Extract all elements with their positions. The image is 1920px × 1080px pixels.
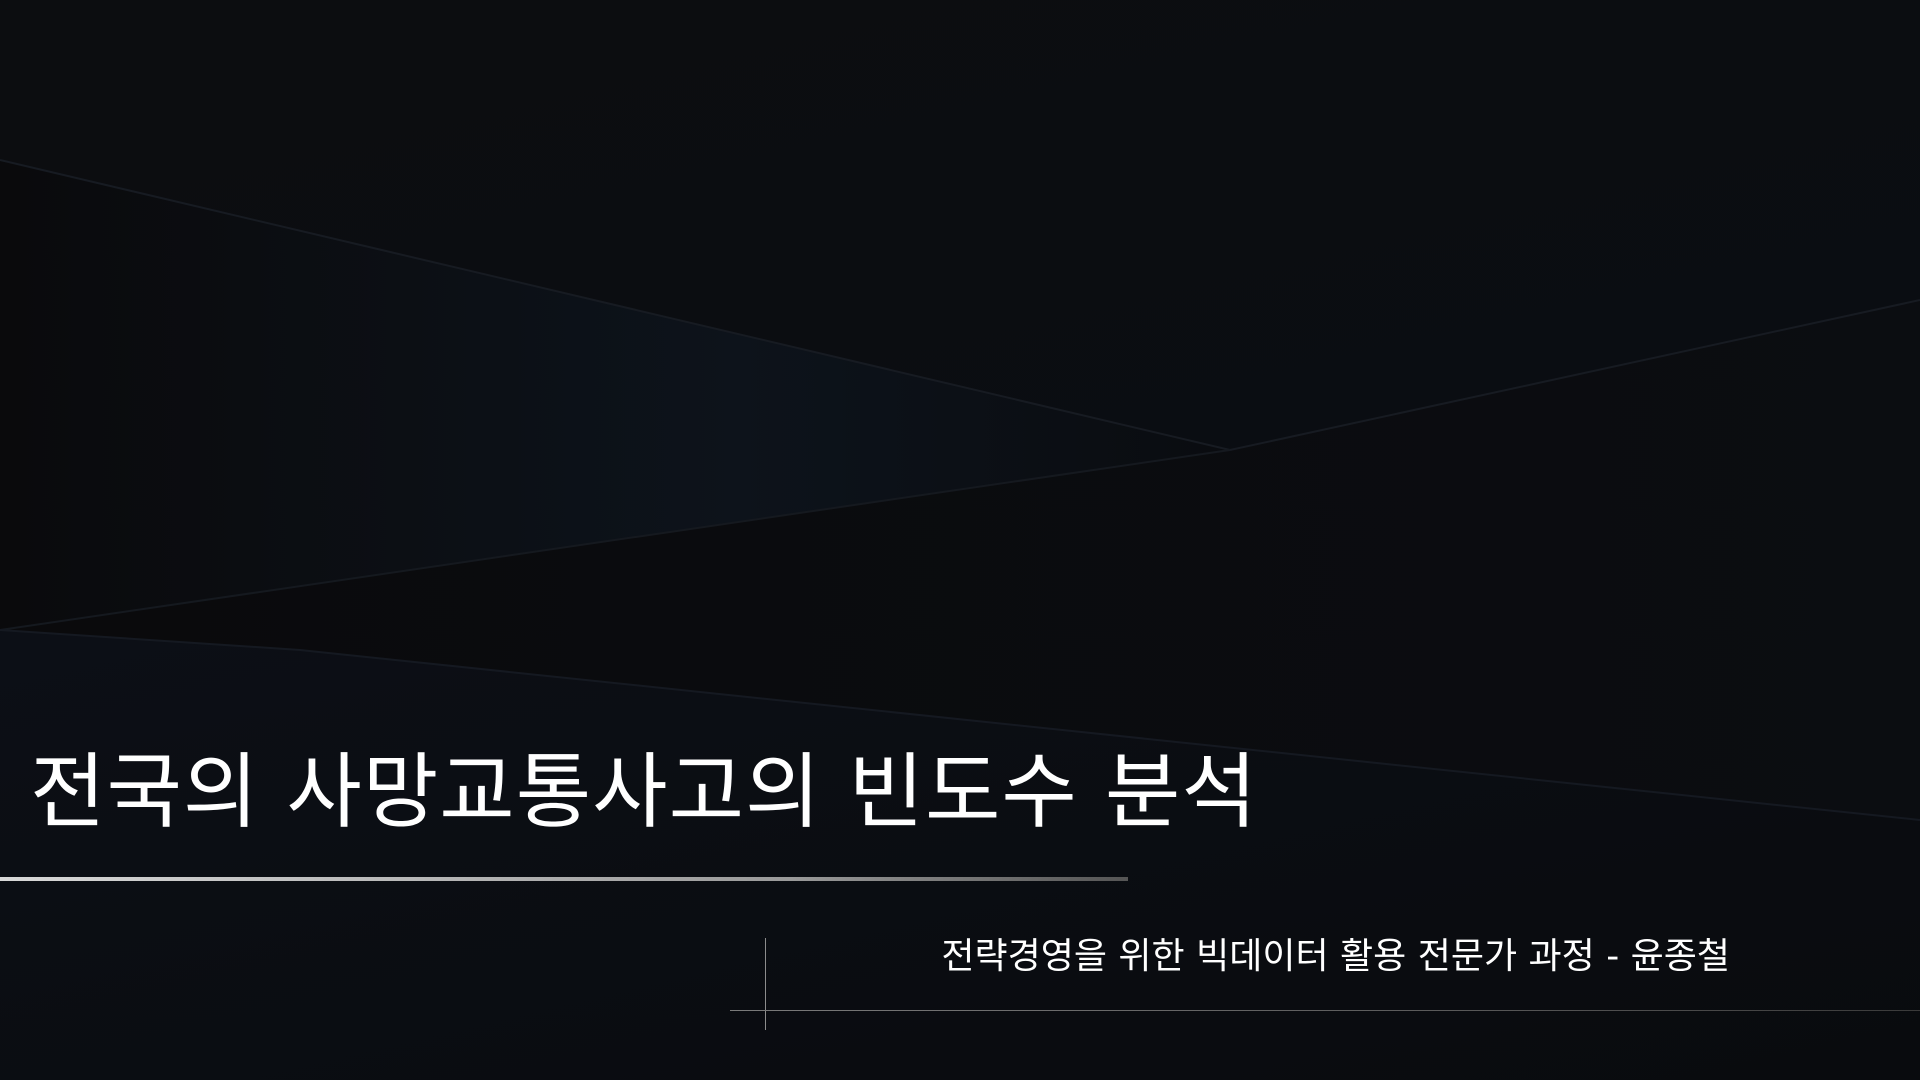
title-underline-divider <box>0 877 1128 881</box>
crosshair-vertical-line <box>765 938 766 1030</box>
presentation-slide: 전국의 사망교통사고의 빈도수 분석 전략경영을 위한 빅데이터 활용 전문가 … <box>0 0 1920 1080</box>
background-geometric-shapes <box>0 0 1920 1080</box>
slide-subtitle: 전략경영을 위한 빅데이터 활용 전문가 과정 - 윤종철 <box>941 936 1730 977</box>
crosshair-horizontal-line <box>730 1010 1920 1011</box>
slide-title: 전국의 사망교통사고의 빈도수 분석 <box>30 745 1258 840</box>
